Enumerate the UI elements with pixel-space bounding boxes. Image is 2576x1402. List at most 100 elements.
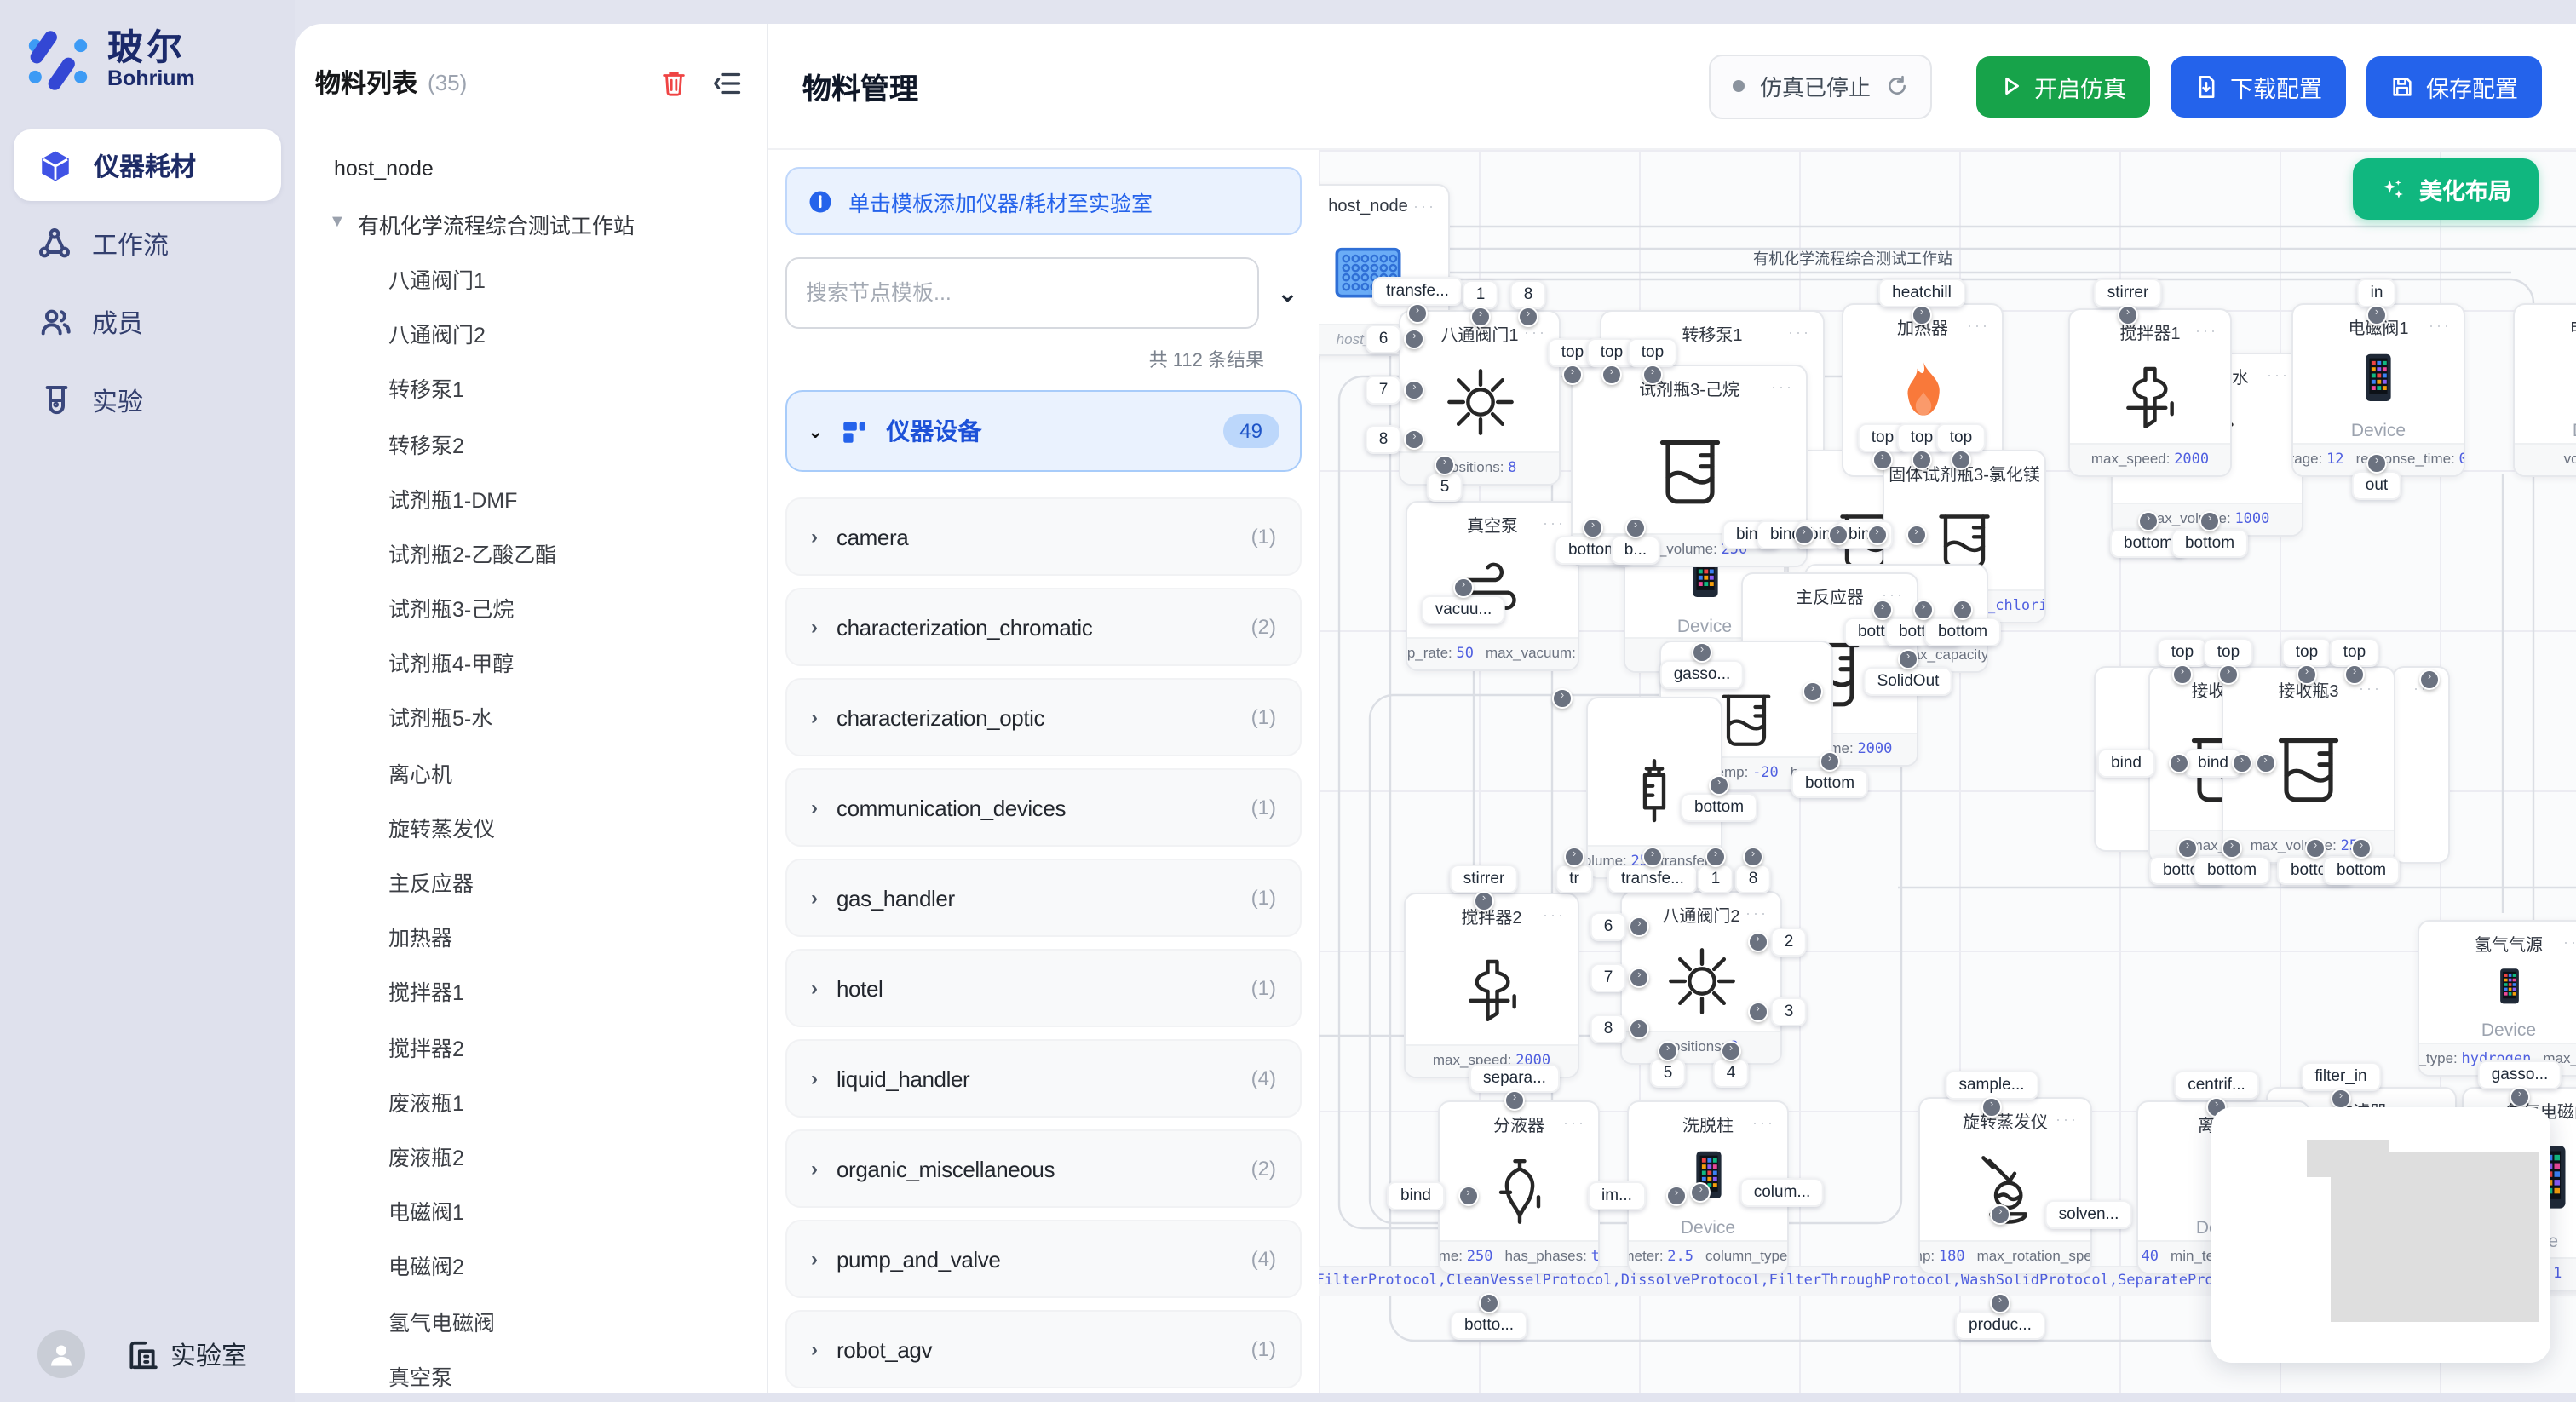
node-menu-icon[interactable]: ··· — [1788, 312, 1811, 353]
port-handle[interactable]: › — [1404, 380, 1424, 400]
port-handle[interactable]: › — [1407, 303, 1428, 324]
node-menu-icon[interactable]: ··· — [2429, 305, 2452, 346]
tree-item[interactable]: 废液瓶2 — [295, 1129, 767, 1183]
port-handle[interactable]: › — [2366, 305, 2387, 325]
minimap[interactable] — [2211, 1107, 2550, 1363]
collapse-panel-icon[interactable] — [712, 67, 743, 98]
port-handle[interactable]: › — [1828, 525, 1849, 545]
category-row[interactable]: ›robot_agv(1) — [785, 1310, 1302, 1388]
port-handle[interactable]: › — [1721, 1041, 1741, 1061]
tree-item[interactable]: 加热器 — [295, 909, 767, 963]
node-menu-icon[interactable]: ··· — [1745, 893, 1768, 934]
flow-node[interactable]: 电磁阀2···Devicevoltage: 12 — [2513, 303, 2576, 477]
tree-item[interactable]: 废液瓶1 — [295, 1073, 767, 1128]
flow-node[interactable]: 旋转蒸发仪···temp: 180max_rotation_speed: — [1918, 1097, 2092, 1274]
port-handle[interactable]: › — [1913, 600, 1934, 620]
port-handle[interactable]: › — [2118, 305, 2138, 325]
port-handle[interactable]: › — [1629, 916, 1649, 937]
tree-item[interactable]: 搅拌器2 — [295, 1019, 767, 1073]
port-handle[interactable]: › — [2177, 838, 2198, 859]
node-menu-icon[interactable]: ··· — [2195, 310, 2218, 351]
port-handle[interactable]: › — [2169, 753, 2189, 773]
flow-node[interactable]: 搅拌器2···max_speed: 2000 — [1404, 893, 1579, 1078]
port-handle[interactable]: › — [1629, 1019, 1649, 1039]
flow-node[interactable]: 氢气气源···Device_type: hydrogenmax_pre — [2418, 920, 2576, 1077]
port-handle[interactable]: › — [2222, 838, 2242, 859]
port-handle[interactable]: › — [1872, 600, 1893, 620]
tree-item[interactable]: 主反应器 — [295, 854, 767, 909]
port-handle[interactable]: › — [1435, 455, 1455, 475]
category-row[interactable]: ›gas_handler(1) — [785, 859, 1302, 937]
port-handle[interactable]: › — [2305, 838, 2326, 859]
port-handle[interactable]: › — [1504, 1090, 1525, 1111]
tree-item[interactable]: 离心机 — [295, 744, 767, 799]
port-handle[interactable]: › — [2510, 1087, 2530, 1107]
lab-switcher[interactable]: 实验室 — [126, 1336, 247, 1372]
user-avatar[interactable] — [37, 1330, 85, 1378]
port-handle[interactable]: › — [1404, 429, 1424, 450]
category-row[interactable]: ›communication_devices(1) — [785, 768, 1302, 847]
port-handle[interactable]: › — [1552, 688, 1573, 709]
start-simulation-button[interactable]: 开启仿真 — [1976, 55, 2150, 117]
port-handle[interactable]: › — [2351, 838, 2372, 859]
node-menu-icon[interactable]: ··· — [2010, 451, 2033, 492]
tree-item[interactable]: 试剂瓶2-乙酸乙酯 — [295, 526, 767, 580]
port-handle[interactable]: › — [1479, 1293, 1499, 1313]
port-handle[interactable]: › — [1691, 1182, 1711, 1203]
category-row[interactable]: ›pump_and_valve(4) — [785, 1220, 1302, 1298]
tree-item[interactable]: 试剂瓶5-水 — [295, 690, 767, 744]
port-handle[interactable]: › — [1458, 1186, 1479, 1206]
port-handle[interactable]: › — [2366, 453, 2387, 474]
port-handle[interactable]: › — [2138, 511, 2159, 531]
port-handle[interactable]: › — [1820, 751, 1840, 772]
sidebar-item-workflow[interactable]: 工作流 — [14, 208, 281, 279]
port-handle[interactable]: › — [1642, 847, 1663, 867]
tree-item[interactable]: 氢气电磁阀 — [295, 1293, 767, 1347]
tree-item[interactable]: 转移泵1 — [295, 361, 767, 416]
category-row[interactable]: ›characterization_optic(1) — [785, 678, 1302, 756]
port-handle[interactable]: › — [1625, 518, 1646, 538]
port-handle[interactable]: › — [1912, 305, 1932, 325]
category-instruments[interactable]: ⌄ 仪器设备 49 — [785, 390, 1302, 472]
port-handle[interactable]: › — [1951, 450, 1971, 470]
tree-item[interactable]: 八通阀门1 — [295, 251, 767, 306]
sidebar-item-instruments[interactable]: 仪器耗材 — [14, 129, 281, 201]
category-row[interactable]: ›hotel(1) — [785, 949, 1302, 1027]
download-config-button[interactable]: 下载配置 — [2171, 55, 2346, 117]
sidebar-item-experiments[interactable]: 实验 — [14, 365, 281, 436]
tree-item[interactable]: 旋转蒸发仪 — [295, 800, 767, 854]
port-handle[interactable]: › — [1872, 450, 1893, 470]
node-menu-icon[interactable]: ··· — [2056, 1099, 2079, 1140]
tree-item[interactable]: 电磁阀2 — [295, 1238, 767, 1293]
chevron-collapse-icon[interactable]: ⌄ — [1274, 278, 1302, 308]
node-menu-icon[interactable]: ··· — [1563, 1102, 1586, 1143]
flow-canvas[interactable]: 有机化学流程综合测试工作站 l,FilterProtocol,CleanVess… — [1319, 150, 2576, 1393]
port-handle[interactable]: › — [1898, 649, 1918, 669]
node-menu-icon[interactable]: ··· — [1771, 366, 1794, 407]
port-handle[interactable]: › — [1803, 681, 1823, 702]
port-handle[interactable]: › — [1990, 1293, 2010, 1313]
port-handle[interactable]: › — [2331, 1089, 2351, 1109]
flow-node[interactable]: 电磁阀1···Devicevoltage: 12response_time: 0… — [2291, 303, 2465, 477]
port-handle[interactable]: › — [2344, 664, 2365, 685]
node-menu-icon[interactable]: ··· — [1967, 305, 1990, 346]
tree-group[interactable]: ▼ 有机化学流程综合测试工作站 — [295, 196, 767, 250]
port-handle[interactable]: › — [2172, 664, 2193, 685]
port-handle[interactable]: › — [2218, 664, 2239, 685]
tree-item[interactable]: 真空泵 — [295, 1347, 767, 1393]
tree-item[interactable]: 八通阀门2 — [295, 306, 767, 360]
port-handle[interactable]: › — [1743, 847, 1763, 867]
tree-item[interactable]: 搅拌器1 — [295, 964, 767, 1019]
sidebar-item-members[interactable]: 成员 — [14, 286, 281, 358]
port-handle[interactable]: › — [1794, 525, 1814, 545]
tree-root[interactable]: host_node — [295, 141, 767, 196]
node-menu-icon[interactable]: ··· — [1752, 1102, 1775, 1143]
category-row[interactable]: ›characterization_chromatic(2) — [785, 588, 1302, 666]
port-handle[interactable]: › — [1583, 518, 1603, 538]
node-menu-icon[interactable]: ··· — [1413, 186, 1436, 227]
category-row[interactable]: ›liquid_handler(4) — [785, 1039, 1302, 1118]
refresh-icon[interactable] — [1886, 75, 1908, 97]
port-handle[interactable]: › — [1564, 847, 1584, 867]
port-handle[interactable]: › — [1705, 847, 1726, 867]
port-handle[interactable]: › — [2297, 664, 2317, 685]
